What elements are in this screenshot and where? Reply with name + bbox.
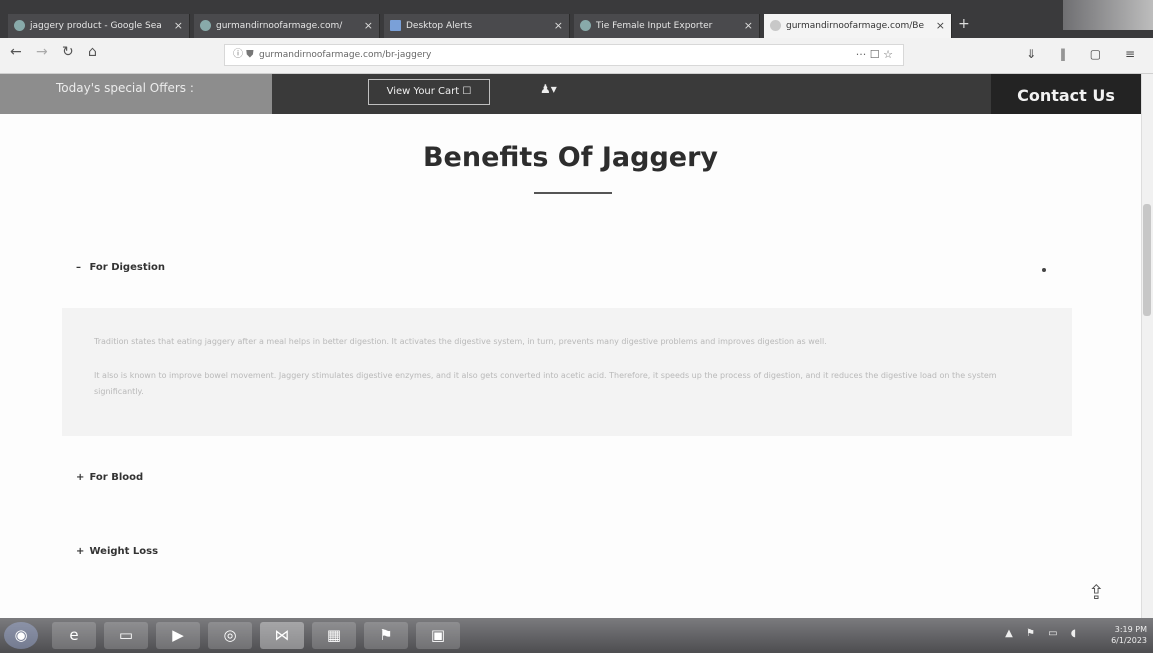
- accordion-item-digestion[interactable]: – For Digestion: [76, 262, 165, 273]
- accordion-panel-digestion: Tradition states that eating jaggery aft…: [62, 308, 1072, 436]
- new-tab-button[interactable]: +: [958, 16, 970, 32]
- forward-icon[interactable]: →: [36, 44, 48, 60]
- pdf-icon[interactable]: ⚑: [364, 622, 408, 649]
- clock-date: 6/1/2023: [1111, 636, 1147, 645]
- window-icon[interactable]: ▣: [416, 622, 460, 649]
- panel-text: Tradition states that eating jaggery aft…: [94, 337, 827, 346]
- close-icon[interactable]: ×: [174, 14, 183, 38]
- window-icon: [390, 20, 401, 31]
- browser-tab[interactable]: Tie Female Input Exporter ×: [574, 14, 760, 38]
- site-icon: [200, 20, 211, 31]
- tab-label: Tie Female Input Exporter: [596, 21, 713, 31]
- page-icon: [770, 20, 781, 31]
- accordion-item-weight-loss[interactable]: + Weight Loss: [76, 546, 158, 557]
- browser-nav-bar: ← → ↻ ⌂ ⓘ ⛊ gurmandirnoofarmage.com/br-j…: [0, 38, 1153, 74]
- view-cart-button[interactable]: View Your Cart ☐: [368, 79, 490, 105]
- start-button[interactable]: ◉: [4, 622, 38, 649]
- app-icon[interactable]: ▦: [312, 622, 356, 649]
- browser-tab[interactable]: Desktop Alerts ×: [384, 14, 570, 38]
- taskbar: ◉ e ▭ ▶ ◎ ⋈ ▦ ⚑ ▣ ▲ ⚑ ▭ ◖ 3:19 PM 6/1/20…: [0, 618, 1153, 653]
- close-icon[interactable]: ×: [744, 14, 753, 38]
- site-header: Today's special Offers : View Your Cart …: [0, 74, 1141, 114]
- accordion-label: For Blood: [89, 472, 144, 483]
- page-title: Benefits Of Jaggery: [422, 142, 719, 173]
- url-text: gurmandirnoofarmage.com/br-jaggery: [259, 50, 432, 60]
- vs-icon[interactable]: ⋈: [260, 622, 304, 649]
- special-offers-banner: Today's special Offers :: [0, 74, 272, 114]
- contact-us-button[interactable]: Contact Us: [991, 74, 1141, 114]
- scrollbar-thumb[interactable]: [1143, 204, 1151, 316]
- accordion-label: For Digestion: [89, 262, 166, 273]
- lock-icon: ⓘ ⛊: [233, 49, 254, 60]
- clock[interactable]: 3:19 PM 6/1/2023: [1111, 624, 1147, 646]
- window-controls[interactable]: [1063, 0, 1153, 30]
- toolbar-icons[interactable]: ⇓ ‖ ▢ ≡: [1026, 47, 1145, 61]
- browser-tab[interactable]: jaggery product - Google Sea ×: [8, 14, 190, 38]
- title-underline: [534, 192, 612, 194]
- share-icon[interactable]: ⇪: [1088, 580, 1105, 604]
- tab-label: gurmandirnoofarmage.com/Be: [786, 21, 925, 31]
- site-icon: [580, 20, 591, 31]
- mouse-cursor: [1042, 268, 1046, 272]
- close-icon[interactable]: ×: [936, 14, 945, 38]
- accordion-label: Weight Loss: [89, 546, 159, 557]
- close-icon[interactable]: ×: [364, 14, 373, 38]
- collapse-icon: –: [76, 262, 81, 273]
- page-content: Benefits Of Jaggery – For Digestion Trad…: [0, 114, 1141, 618]
- expand-icon: +: [76, 546, 85, 557]
- browser-tab-strip: jaggery product - Google Sea × gurmandir…: [0, 0, 1153, 38]
- back-icon[interactable]: ←: [10, 44, 22, 60]
- home-icon[interactable]: ⌂: [88, 44, 97, 60]
- tab-label: Desktop Alerts: [406, 21, 473, 31]
- user-icon[interactable]: ♟▾: [540, 82, 557, 96]
- clock-time: 3:19 PM: [1114, 625, 1147, 634]
- address-bar[interactable]: ⓘ ⛊ gurmandirnoofarmage.com/br-jaggery ·…: [224, 44, 904, 66]
- reload-icon[interactable]: ↻: [62, 44, 74, 60]
- tray-icons[interactable]: ▲ ⚑ ▭ ◖: [1005, 628, 1081, 639]
- panel-text: It also is known to improve bowel moveme…: [94, 371, 997, 396]
- page-actions[interactable]: ··· ☐ ☆: [856, 45, 893, 65]
- ie-icon[interactable]: e: [52, 622, 96, 649]
- scrollbar[interactable]: [1141, 74, 1153, 618]
- tab-label: jaggery product - Google Sea: [30, 21, 162, 31]
- close-icon[interactable]: ×: [554, 14, 563, 38]
- accordion-item-blood[interactable]: + For Blood: [76, 472, 143, 483]
- chrome-icon[interactable]: ◎: [208, 622, 252, 649]
- browser-tab-active[interactable]: gurmandirnoofarmage.com/Be ×: [764, 14, 952, 38]
- google-icon: [14, 20, 25, 31]
- browser-tab[interactable]: gurmandirnoofarmage.com/ ×: [194, 14, 380, 38]
- expand-icon: +: [76, 472, 85, 483]
- folder-icon[interactable]: ▭: [104, 622, 148, 649]
- tab-label: gurmandirnoofarmage.com/: [216, 21, 343, 31]
- screen: jaggery product - Google Sea × gurmandir…: [0, 0, 1153, 653]
- media-icon[interactable]: ▶: [156, 622, 200, 649]
